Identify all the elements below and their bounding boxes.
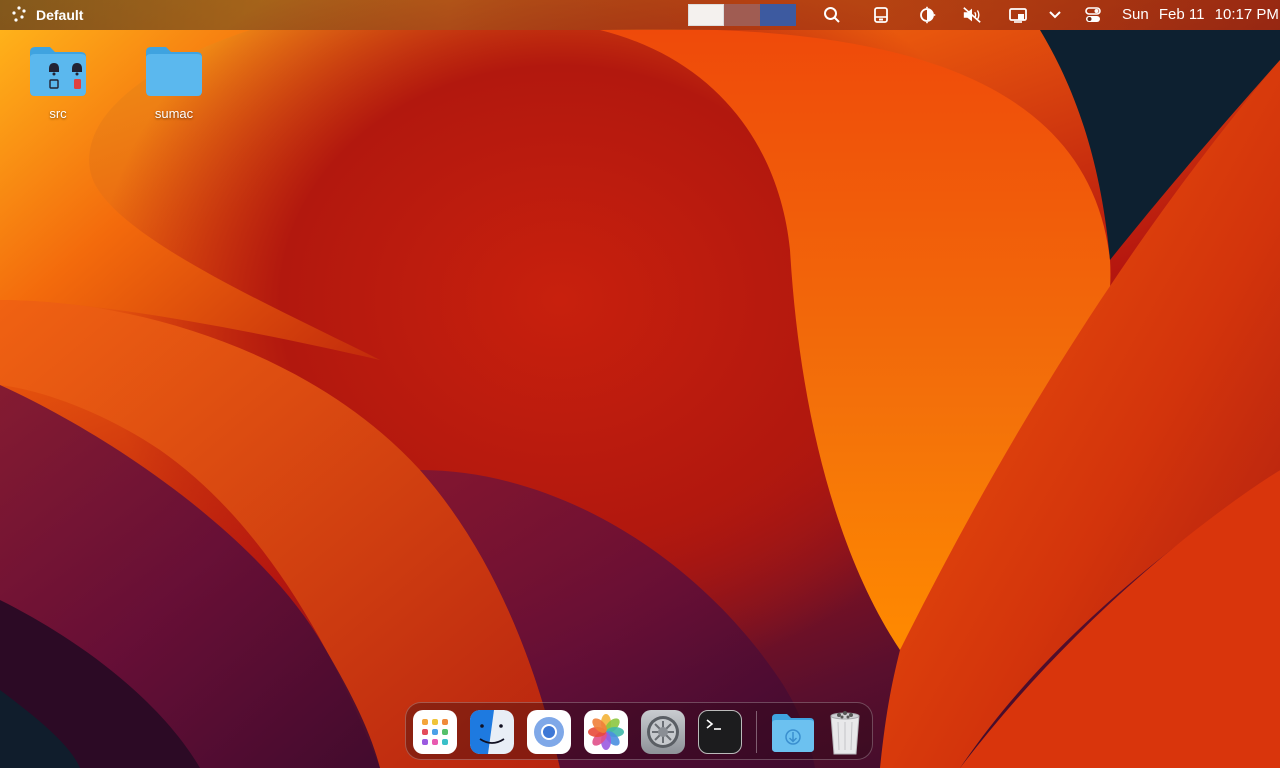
screen-mirroring-icon[interactable]: [1008, 5, 1028, 25]
system-preferences-icon[interactable]: [641, 710, 685, 754]
volume-muted-icon[interactable]: [962, 5, 982, 25]
night-shift-icon[interactable]: [917, 5, 937, 25]
folder-icon: [146, 47, 202, 96]
search-icon[interactable]: [822, 5, 842, 25]
app-name[interactable]: Default: [36, 7, 83, 23]
desktop-item-src[interactable]: src: [18, 44, 98, 121]
desktop-item-label: sumac: [154, 106, 194, 121]
control-center-icon[interactable]: [1083, 5, 1103, 25]
launchpad-icon[interactable]: [413, 710, 457, 754]
workspace-1[interactable]: [688, 4, 724, 26]
clock-date: Feb 11: [1158, 6, 1205, 23]
clock-time: 10:17 PM: [1214, 6, 1279, 23]
trash-icon[interactable]: [823, 710, 867, 755]
dock: [405, 702, 873, 760]
tablet-icon[interactable]: [871, 5, 891, 25]
terminal-icon[interactable]: [698, 710, 742, 754]
desktop-item-sumac[interactable]: sumac: [134, 44, 214, 121]
finder-icon[interactable]: [470, 710, 514, 754]
dock-separator: [756, 711, 757, 753]
menu-bar: Default Sun Feb 11 10:17 PM: [0, 0, 1280, 30]
workspace-2[interactable]: [724, 4, 760, 26]
chevron-down-icon[interactable]: [1045, 5, 1065, 25]
photos-icon[interactable]: [584, 710, 628, 754]
downloads-folder-icon[interactable]: [770, 710, 814, 754]
folder-icon: [30, 47, 86, 96]
dots-logo-icon[interactable]: [10, 5, 28, 26]
desktop-item-label: src: [49, 106, 67, 121]
clock-day: Sun: [1122, 6, 1149, 23]
menu-bar-clock[interactable]: Sun Feb 11 10:17 PM: [1122, 0, 1280, 30]
chromium-icon[interactable]: [527, 710, 571, 754]
workspace-switcher: [688, 4, 796, 26]
workspace-3[interactable]: [760, 4, 796, 26]
